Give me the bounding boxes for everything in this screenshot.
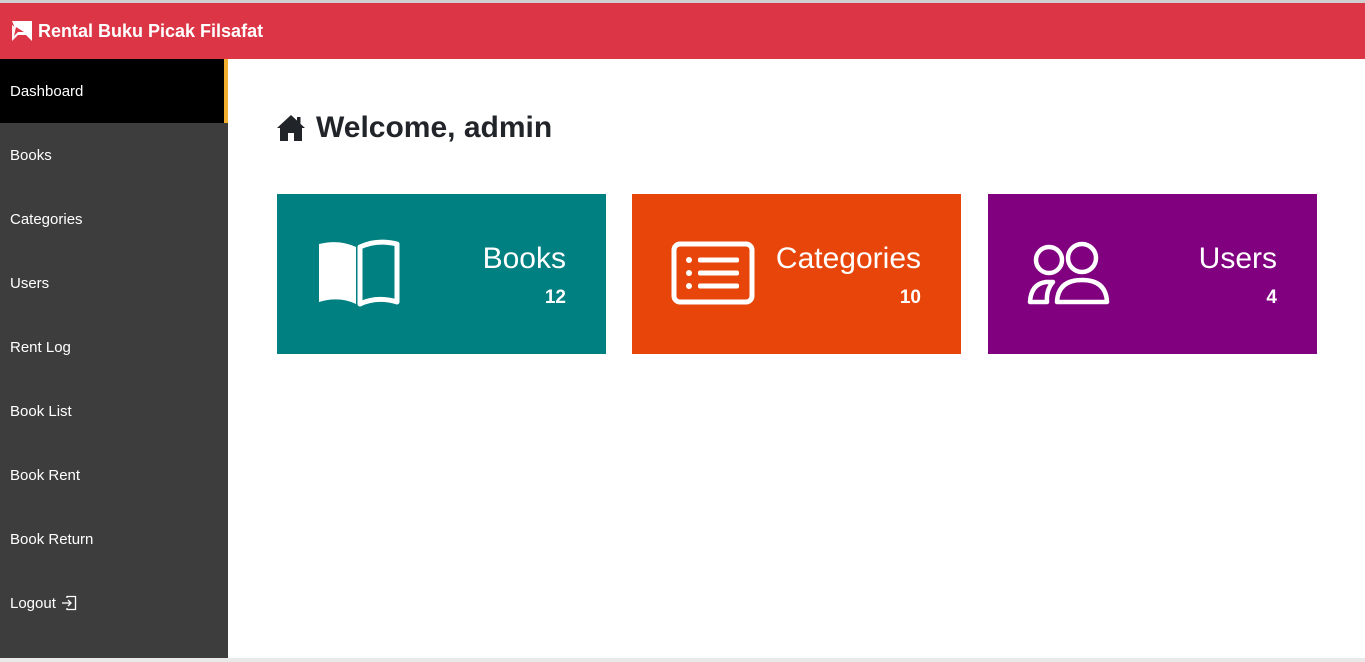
horizontal-scrollbar[interactable] [0,658,1365,662]
sidebar-item-logout[interactable]: Logout [0,571,228,635]
book-logo-icon [12,21,32,41]
sidebar-item-book-list[interactable]: Book List [0,379,228,443]
card-title: Users [1198,242,1277,275]
sidebar-item-label: Logout [10,594,56,612]
books-card[interactable]: Books 12 [277,194,606,354]
card-count: 4 [1266,287,1277,308]
brand-link[interactable]: Rental Buku Picak Filsafat [12,21,263,42]
sidebar-item-book-rent[interactable]: Book Rent [0,443,228,507]
sidebar-item-label: Categories [10,210,83,228]
open-book-icon [319,239,400,307]
card-title: Books [482,242,566,275]
card-count: 12 [544,287,566,308]
home-icon [277,115,305,141]
card-count: 10 [899,287,921,308]
sidebar-item-label: Book Rent [10,466,81,484]
main-content: Welcome, admin Books 12 Categories 10 Us… [228,59,1365,662]
card-title: Categories [775,242,921,275]
list-card-icon [671,241,755,305]
sidebar-item-label: Users [10,274,50,292]
sidebar-item-users[interactable]: Users [0,251,228,315]
sidebar-item-label: Book List [10,402,72,420]
brand-title: Rental Buku Picak Filsafat [38,20,264,41]
top-navbar: Rental Buku Picak Filsafat [0,3,1365,59]
sidebar-item-dashboard[interactable]: Dashboard [0,59,228,123]
sidebar-item-label: Book Return [10,530,94,548]
sidebar-item-label: Dashboard [10,82,84,100]
people-icon [1027,241,1110,305]
sidebar-item-book-return[interactable]: Book Return [0,507,228,571]
users-card[interactable]: Users 4 [988,194,1317,354]
sidebar-item-label: Rent Log [10,338,71,356]
sidebar-item-categories[interactable]: Categories [0,187,228,251]
categories-card[interactable]: Categories 10 [632,194,961,354]
sidebar-item-rent-log[interactable]: Rent Log [0,315,228,379]
sidebar-item-books[interactable]: Books [0,123,228,187]
sidebar: Dashboard Books Categories Users Rent Lo… [0,59,228,662]
welcome-text: Welcome, admin [316,111,553,144]
logout-icon [61,595,77,611]
page-title: Welcome, admin [276,111,552,145]
sidebar-item-label: Books [10,146,52,164]
